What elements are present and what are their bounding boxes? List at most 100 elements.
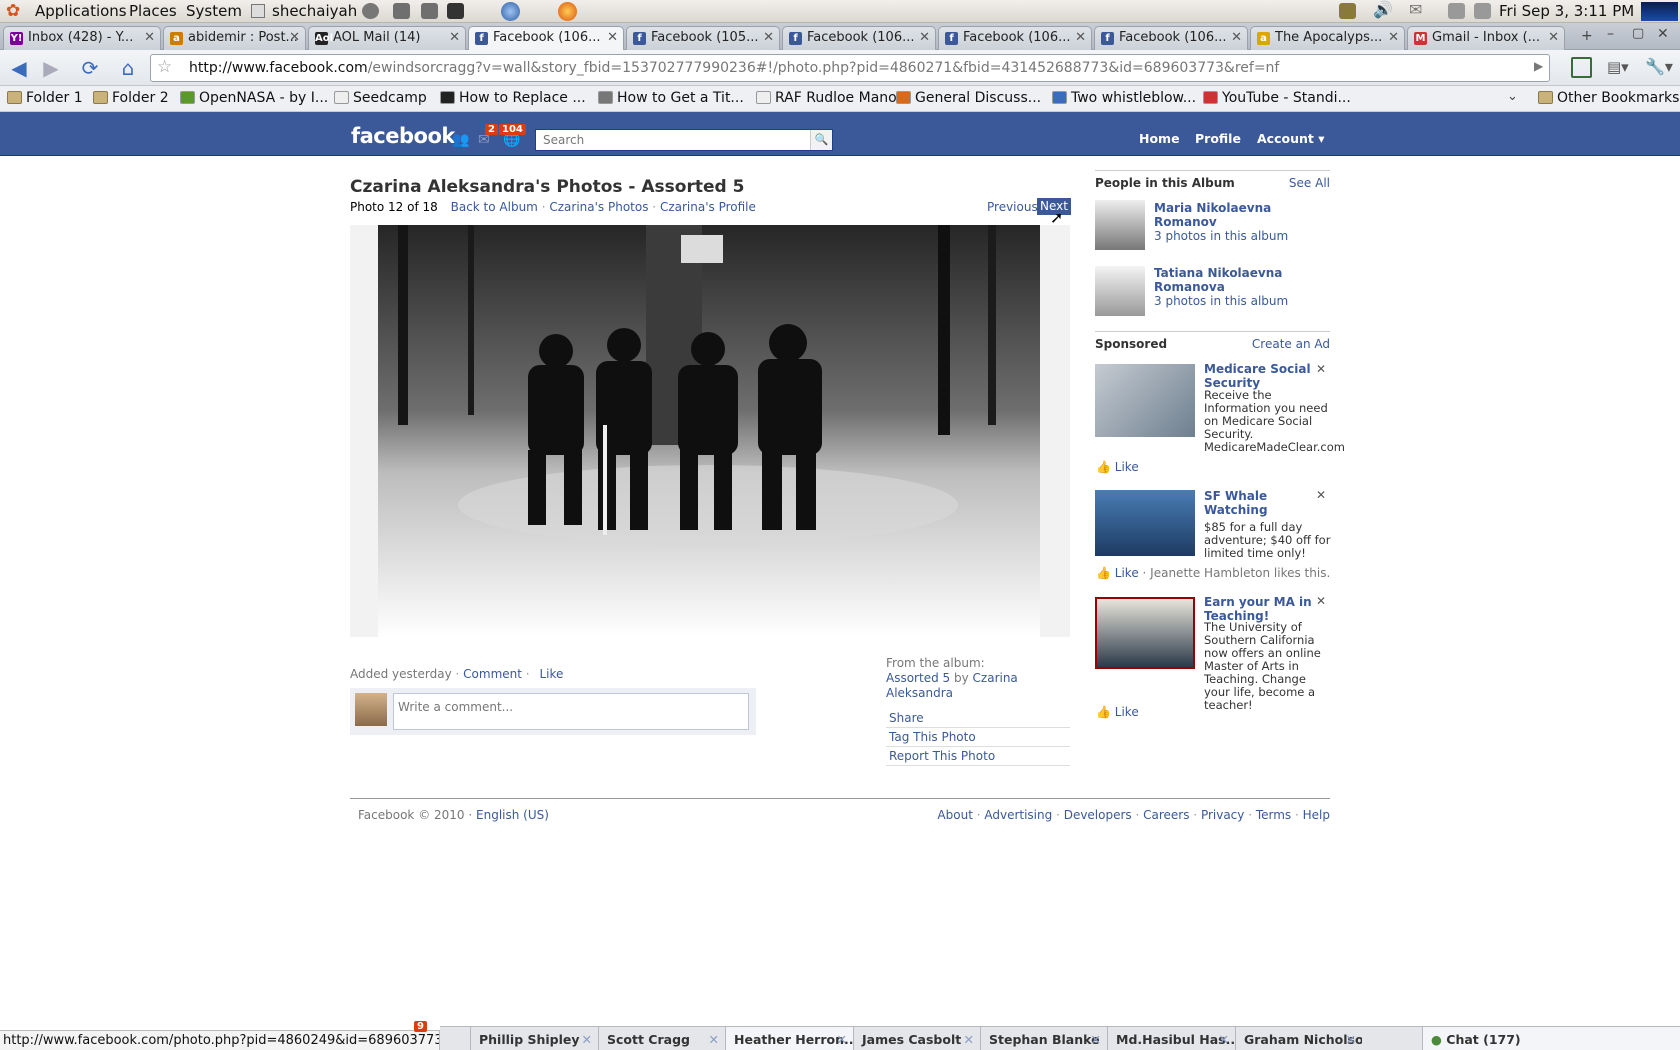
album-photo[interactable] <box>378 225 1040 637</box>
person-name-link[interactable]: Tatiana Nikolaevna Romanova <box>1154 266 1329 294</box>
language-link[interactable]: English (US) <box>476 808 549 822</box>
power-icon[interactable] <box>362 3 379 19</box>
bookmark-item[interactable]: Two whistleblow... <box>1052 90 1196 106</box>
browser-tab[interactable]: a abidemir : Post... ✕ <box>163 26 306 50</box>
facebook-logo[interactable]: facebook <box>351 124 455 148</box>
comment-link[interactable]: Comment <box>463 667 522 681</box>
nav-home[interactable]: Home <box>1139 131 1180 146</box>
close-tab-icon[interactable]: ✕ <box>1231 30 1242 45</box>
czarinas-photos-link[interactable]: Czarina's Photos <box>549 200 648 214</box>
bookmark-item[interactable]: General Discuss... <box>896 90 1041 106</box>
close-chat-icon[interactable]: ✕ <box>582 1032 592 1047</box>
close-chat-icon[interactable]: ✕ <box>1346 1032 1356 1047</box>
ubuntu-logo-icon[interactable]: ✿ <box>6 1 20 21</box>
chat-tab[interactable]: Graham Nicholson ✕ <box>1235 1027 1362 1050</box>
chat-tab[interactable]: Heather Herron... ✕ <box>725 1027 853 1050</box>
create-ad-link[interactable]: Create an Ad <box>1252 337 1330 351</box>
system-menu[interactable]: System <box>186 2 242 20</box>
nav-profile[interactable]: Profile <box>1195 131 1241 146</box>
address-bar[interactable]: ☆ http://www.facebook.com/ewindsorcragg?… <box>150 54 1550 82</box>
search-icon[interactable]: 🔍 <box>810 130 832 150</box>
bookmark-item[interactable]: How to Replace ... <box>440 90 586 106</box>
network-applet-icon[interactable] <box>421 3 438 19</box>
ad-image[interactable] <box>1095 490 1195 556</box>
mail-icon[interactable]: ✉ <box>1409 0 1422 19</box>
user-switcher[interactable]: shechaiyah <box>272 2 357 20</box>
minimize-icon[interactable]: – <box>1607 26 1614 42</box>
reload-icon[interactable]: ⟳ <box>77 55 103 81</box>
close-chat-icon[interactable]: ✕ <box>964 1032 974 1047</box>
clock[interactable]: Fri Sep 3, 3:11 PM <box>1499 2 1634 20</box>
see-all-link[interactable]: See All <box>1289 176 1330 190</box>
footer-link-help[interactable]: Help <box>1303 808 1330 822</box>
like-link[interactable]: Like <box>539 667 563 681</box>
browser-tab[interactable]: f Facebook (106... ✕ <box>938 26 1092 50</box>
star-bookmark-icon[interactable]: ☆ <box>157 57 172 77</box>
browser-tab[interactable]: M Gmail - Inbox (... ✕ <box>1407 26 1565 50</box>
chromium-launcher-icon[interactable] <box>501 2 520 21</box>
close-chat-icon[interactable]: ✕ <box>709 1032 719 1047</box>
new-tab-icon[interactable]: + <box>1581 28 1593 44</box>
ad-title[interactable]: Medicare Social Security <box>1204 362 1319 390</box>
chat-tab[interactable]: Stephan Blanke ✕ <box>980 1027 1107 1050</box>
back-to-album-link[interactable]: Back to Album <box>451 200 538 214</box>
bookmark-item[interactable]: RAF Rudloe Manor <box>756 90 902 106</box>
browser-tab[interactable]: f Facebook (105... ✕ <box>626 26 780 50</box>
browser-tab[interactable]: f Facebook (106... ✕ <box>1094 26 1248 50</box>
person-thumbnail[interactable] <box>1095 200 1145 250</box>
ad-like[interactable]: 👍 Like <box>1096 705 1139 719</box>
close-chat-icon[interactable]: ✕ <box>1219 1032 1229 1047</box>
browser-tab[interactable]: f Facebook (106... ✕ <box>782 26 936 50</box>
footer-link-careers[interactable]: Careers <box>1143 808 1189 822</box>
go-icon[interactable]: ▶ <box>1534 59 1543 73</box>
close-icon[interactable]: ✕ <box>1316 362 1326 376</box>
close-tab-icon[interactable]: ✕ <box>763 30 774 45</box>
terminal-icon[interactable] <box>447 3 464 19</box>
applications-menu[interactable]: Applications <box>35 2 127 20</box>
volume-icon[interactable]: 🔊 <box>1373 0 1393 19</box>
tag-photo-link[interactable]: Tag This Photo <box>886 728 1070 747</box>
browser-tab[interactable]: f Facebook (106... ✕ <box>468 26 624 51</box>
close-chat-icon[interactable]: ✕ <box>1091 1032 1101 1047</box>
footer-link-privacy[interactable]: Privacy <box>1201 808 1244 822</box>
chat-button[interactable]: ● Chat (177) <box>1422 1027 1680 1050</box>
close-window-icon[interactable]: ✕ <box>1657 26 1669 42</box>
ad-title[interactable]: SF Whale Watching <box>1204 489 1319 517</box>
bookmark-item[interactable]: Folder 1 <box>7 90 83 106</box>
person-photo-count[interactable]: 3 photos in this album <box>1154 229 1288 243</box>
person-name-link[interactable]: Maria Nikolaevna Romanov <box>1154 201 1329 229</box>
bookmark-item[interactable]: OpenNASA - by I... <box>180 90 328 106</box>
chat-tab[interactable]: James Casbolt ✕ <box>853 1027 980 1050</box>
system-monitor-icon[interactable] <box>1641 2 1678 21</box>
album-name-link[interactable]: Assorted 5 <box>886 671 950 685</box>
bookmark-item[interactable]: YouTube - Standi... <box>1203 90 1351 106</box>
maximize-icon[interactable]: ▢ <box>1632 26 1644 41</box>
footer-link-developers[interactable]: Developers <box>1064 808 1132 822</box>
display-icon[interactable] <box>1339 3 1356 19</box>
bookmark-item[interactable]: Seedcamp <box>334 90 427 106</box>
footer-link-terms[interactable]: Terms <box>1256 808 1291 822</box>
settings-applet-icon[interactable] <box>393 3 410 19</box>
page-menu-icon[interactable]: ▤▾ <box>1607 58 1629 76</box>
close-tab-icon[interactable]: ✕ <box>449 30 460 45</box>
bookmark-item[interactable]: Folder 2 <box>93 90 169 106</box>
previous-photo-link[interactable]: Previous <box>987 200 1038 214</box>
chat-tab[interactable]: Md.Hasibul Has... ✕ <box>1107 1027 1235 1050</box>
places-menu[interactable]: Places <box>129 2 177 20</box>
battery-icon[interactable] <box>1474 3 1491 19</box>
close-tab-icon[interactable]: ✕ <box>1548 30 1559 45</box>
browser-tab[interactable]: a The Apocalyps... ✕ <box>1250 26 1405 50</box>
chat-tab[interactable]: Phillip Shipley ✕ <box>470 1027 598 1050</box>
search-input[interactable]: Search 🔍 <box>535 129 833 151</box>
ad-like[interactable]: 👍 Like <box>1096 460 1139 474</box>
wrench-menu-icon[interactable]: 🔧▾ <box>1645 57 1673 76</box>
nav-account[interactable]: Account ▾ <box>1257 131 1324 146</box>
czarinas-profile-link[interactable]: Czarina's Profile <box>660 200 756 214</box>
back-icon[interactable]: ◀ <box>6 55 32 81</box>
firefox-launcher-icon[interactable] <box>558 2 577 21</box>
close-tab-icon[interactable]: ✕ <box>144 30 155 45</box>
close-tab-icon[interactable]: ✕ <box>1388 30 1399 45</box>
close-tab-icon[interactable]: ✕ <box>919 30 930 45</box>
friend-requests-icon[interactable]: 👥 <box>452 132 469 148</box>
close-chat-icon[interactable]: ✕ <box>837 1032 847 1047</box>
